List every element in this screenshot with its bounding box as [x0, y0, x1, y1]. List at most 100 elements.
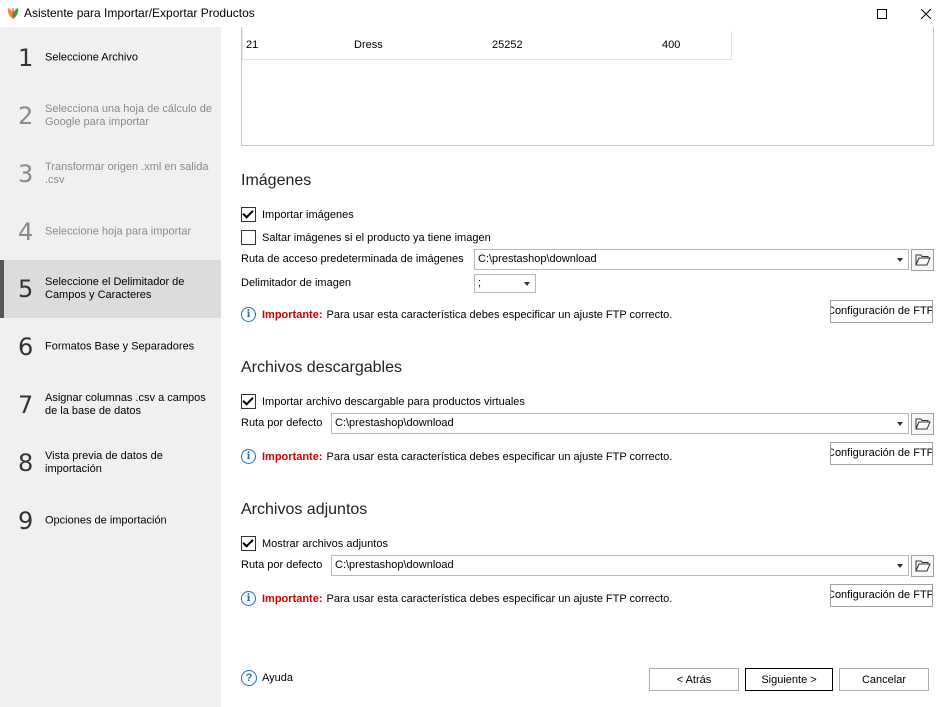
step-assign-columns[interactable]: 7 Asignar columnas .csv a campos de la b…	[0, 376, 221, 434]
folder-open-icon	[914, 254, 931, 266]
show-attachments-checkbox[interactable]	[241, 536, 256, 551]
help-label: Ayuda	[262, 672, 293, 684]
checkmark-icon	[242, 394, 254, 406]
step-label: Seleccione hoja para importar	[45, 225, 192, 238]
title-bar: Asistente para Importar/Exportar Product…	[0, 0, 947, 27]
step-transform-xml: 3 Transformar origen .xml en salida .csv	[0, 145, 221, 203]
important-label: Importante:	[262, 308, 323, 321]
downloads-path-label: Ruta por defecto	[241, 417, 323, 429]
images-section-title: Imágenes	[241, 172, 312, 189]
images-browse-button[interactable]	[911, 249, 934, 271]
step-import-options[interactable]: 9 Opciones de importación	[0, 492, 221, 550]
notice-text: Para usar esta característica debes espe…	[326, 308, 673, 321]
table-cell: 25252	[492, 39, 523, 51]
folder-open-icon	[914, 560, 931, 572]
info-icon: i	[241, 449, 256, 464]
downloads-ftp-notice: i Importante: Para usar esta característ…	[241, 449, 672, 464]
help-link[interactable]: ? Ayuda	[241, 670, 293, 686]
import-downloads-checkbox[interactable]	[241, 394, 256, 409]
button-label: < Atrás	[676, 673, 712, 686]
help-icon: ?	[241, 670, 257, 686]
downloads-ftp-settings-button[interactable]: Configuración de FTP	[830, 442, 933, 465]
step-google-sheet: 2 Selecciona una hoja de cálculo de Goog…	[0, 87, 221, 145]
step-select-file[interactable]: 1 Seleccione Archivo	[0, 29, 221, 87]
attachments-path-label: Ruta por defecto	[241, 559, 323, 571]
downloads-path-combo[interactable]: C:\prestashop\download	[331, 413, 909, 434]
combo-value: C:\prestashop\download	[335, 417, 454, 429]
attachments-browse-button[interactable]	[911, 555, 934, 577]
step-number: 4	[18, 218, 34, 246]
checkmark-icon	[242, 207, 254, 219]
checkmark-icon	[242, 536, 254, 548]
step-label: Seleccione el Delimitador de Campos y Ca…	[45, 276, 185, 301]
step-number: 9	[18, 507, 34, 535]
table-cell: 21	[246, 39, 259, 51]
next-button[interactable]: Siguiente >	[745, 668, 833, 691]
attachments-ftp-notice: i Importante: Para usar esta característ…	[241, 591, 672, 606]
checkbox-label: Importar imágenes	[262, 208, 354, 221]
step-number: 7	[18, 391, 34, 419]
button-label: Configuración de FTP	[830, 589, 933, 601]
step-label: Transformar origen .xml en salida .csv	[45, 161, 209, 186]
data-preview-grid[interactable]: 21 Dress 25252 400	[241, 27, 934, 146]
wizard-steps-sidebar: 1 Seleccione Archivo 2 Selecciona una ho…	[0, 27, 221, 707]
attachments-path-combo[interactable]: C:\prestashop\download	[331, 555, 909, 576]
window-title: Asistente para Importar/Exportar Product…	[24, 6, 255, 20]
info-icon: i	[241, 307, 256, 322]
step-select-sheet: 4 Seleccione hoja para importar	[0, 203, 221, 261]
important-label: Importante:	[262, 450, 323, 463]
step-base-formats[interactable]: 6 Formatos Base y Separadores	[0, 318, 221, 376]
step-number: 5	[18, 275, 34, 303]
step-label: Formatos Base y Separadores	[45, 340, 195, 353]
button-label: Cancelar	[861, 673, 907, 686]
maximize-icon	[877, 8, 887, 19]
folder-open-icon	[914, 418, 931, 430]
table-row[interactable]: 21 Dress 25252 400	[242, 31, 732, 60]
attachments-ftp-settings-button[interactable]: Configuración de FTP	[830, 584, 933, 607]
downloads-section-title: Archivos descargables	[241, 359, 402, 376]
main-panel: 21 Dress 25252 400 Imágenes Importar imá…	[221, 27, 947, 707]
notice-text: Para usar esta característica debes espe…	[326, 592, 673, 605]
step-label: Asignar columnas .csv a campos de la bas…	[45, 392, 206, 417]
button-label: Siguiente >	[761, 673, 817, 686]
image-delimiter-combo[interactable]: ;	[474, 274, 536, 293]
import-downloads-checkbox-row[interactable]: Importar archivo descargable para produc…	[241, 394, 525, 409]
skip-images-checkbox[interactable]	[241, 230, 256, 245]
chevron-down-icon	[524, 282, 530, 286]
checkbox-label: Mostrar archivos adjuntos	[262, 537, 388, 550]
checkbox-label: Importar archivo descargable para produc…	[262, 395, 525, 408]
button-label: Configuración de FTP	[830, 305, 933, 317]
show-attachments-checkbox-row[interactable]: Mostrar archivos adjuntos	[241, 536, 388, 551]
skip-images-checkbox-row[interactable]: Saltar imágenes si el producto ya tiene …	[241, 230, 491, 245]
import-images-checkbox[interactable]	[241, 207, 256, 222]
info-icon: i	[241, 591, 256, 606]
images-path-combo[interactable]: C:\prestashop\download	[474, 249, 909, 270]
app-logo-icon	[7, 7, 19, 19]
step-label: Selecciona una hoja de cálculo de Google…	[45, 103, 212, 128]
step-delimiter[interactable]: 5 Seleccione el Delimitador de Campos y …	[0, 260, 221, 318]
step-label: Opciones de importación	[45, 514, 167, 527]
notice-text: Para usar esta característica debes espe…	[326, 450, 673, 463]
combo-value: C:\prestashop\download	[335, 559, 454, 571]
step-preview-data[interactable]: 8 Vista previa de datos de importación	[0, 434, 221, 492]
cancel-button[interactable]: Cancelar	[839, 668, 929, 691]
downloads-browse-button[interactable]	[911, 413, 934, 435]
checkbox-label: Saltar imágenes si el producto ya tiene …	[262, 231, 491, 244]
images-ftp-settings-button[interactable]: Configuración de FTP	[830, 300, 933, 323]
step-number: 8	[18, 449, 34, 477]
image-delimiter-label: Delimitador de imagen	[241, 277, 352, 289]
step-number: 1	[18, 44, 34, 72]
step-label: Vista previa de datos de importación	[45, 450, 163, 475]
combo-value: C:\prestashop\download	[478, 253, 597, 265]
close-icon	[921, 8, 931, 19]
step-number: 3	[18, 160, 34, 188]
chevron-down-icon	[897, 564, 903, 568]
back-button[interactable]: < Atrás	[649, 668, 739, 691]
step-number: 6	[18, 333, 34, 361]
chevron-down-icon	[897, 422, 903, 426]
chevron-down-icon	[897, 258, 903, 262]
images-ftp-notice: i Importante: Para usar esta característ…	[241, 307, 672, 322]
close-button[interactable]	[905, 0, 947, 27]
maximize-button[interactable]	[859, 0, 905, 27]
import-images-checkbox-row[interactable]: Importar imágenes	[241, 207, 354, 222]
